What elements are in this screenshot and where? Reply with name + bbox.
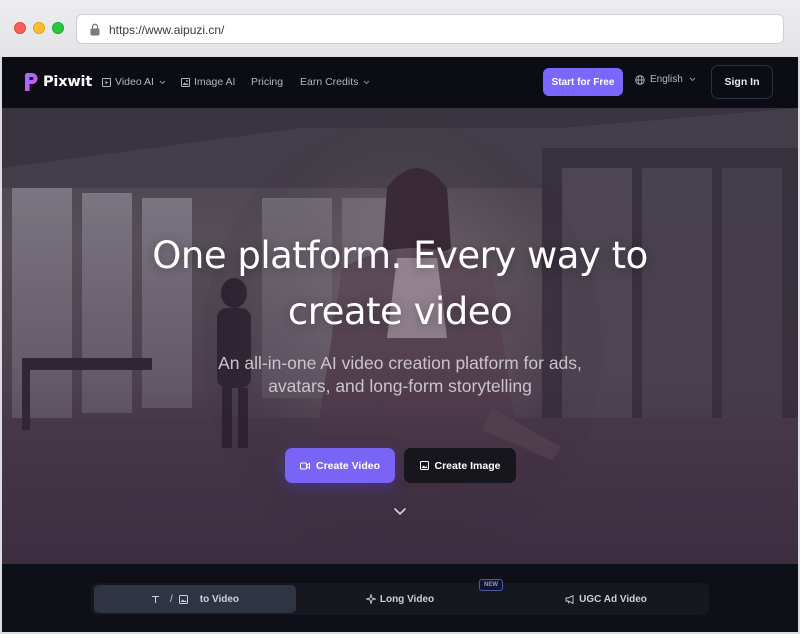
hero-subhead-line1: An all-in-one AI video creation platform…: [218, 353, 582, 373]
feature-tabs: / to Video Long Video NEW UGC Ad Video: [91, 579, 709, 615]
nav-earn-credits[interactable]: Earn Credits: [300, 74, 370, 90]
chevron-down-icon: [689, 77, 696, 82]
hero-headline-line2: create video: [287, 290, 513, 333]
globe-icon: [635, 74, 645, 85]
create-image-button[interactable]: Create Image: [404, 448, 516, 483]
megaphone-icon: [565, 594, 574, 604]
maximize-window-button[interactable]: [52, 22, 64, 34]
hero-headline: One platform. Every way to create video: [2, 228, 798, 340]
tab-label: UGC Ad Video: [579, 593, 647, 605]
start-for-free-button[interactable]: Start for Free: [543, 68, 623, 96]
image-icon: [419, 461, 429, 470]
tab-separator: /: [169, 593, 173, 605]
close-window-button[interactable]: [14, 22, 26, 34]
top-nav: Pixwit Video AI Image AI Pricing Earn Cr…: [2, 57, 798, 108]
hero-subhead-line2: avatars, and long-form storytelling: [268, 376, 532, 396]
nav-pricing[interactable]: Pricing: [251, 74, 283, 90]
nav-earn-credits-label: Earn Credits: [300, 76, 359, 88]
lock-icon: [90, 23, 100, 36]
nav-image-ai[interactable]: Image AI: [181, 74, 235, 90]
create-video-label: Create Video: [316, 459, 380, 472]
nav-video-ai[interactable]: Video AI: [102, 74, 166, 90]
hero-section: One platform. Every way to create video …: [2, 108, 798, 564]
nav-video-ai-label: Video AI: [115, 76, 154, 88]
sparkle-icon: [365, 594, 376, 604]
minimize-window-button[interactable]: [33, 22, 45, 34]
image-icon: [181, 77, 190, 87]
page-viewport: Pixwit Video AI Image AI Pricing Earn Cr…: [2, 57, 798, 632]
nav-pricing-label: Pricing: [251, 76, 284, 88]
text-icon: [151, 595, 159, 603]
tab-label: to Video: [199, 593, 240, 605]
language-label: English: [650, 74, 683, 85]
logo[interactable]: Pixwit: [22, 72, 92, 92]
logo-text: Pixwit: [43, 74, 93, 90]
create-image-label: Create Image: [434, 459, 501, 472]
tab-text-image-to-video[interactable]: / to Video: [94, 585, 296, 613]
hero-subhead: An all-in-one AI video creation platform…: [152, 352, 648, 398]
chevron-down-icon: [159, 80, 166, 84]
tab-label: Long Video: [379, 593, 435, 605]
tab-long-video[interactable]: Long Video: [297, 583, 503, 615]
feature-tabs-area: / to Video Long Video NEW UGC Ad Video: [2, 564, 798, 632]
new-badge: NEW: [479, 579, 503, 591]
language-selector[interactable]: English: [635, 74, 696, 85]
hero-headline-line1: One platform. Every way to: [152, 234, 648, 277]
image-icon: [178, 594, 188, 604]
video-frame-icon: [102, 77, 111, 87]
chevron-down-icon: [364, 80, 370, 84]
create-video-button[interactable]: Create Video: [285, 448, 395, 483]
pixwit-logo-icon: [25, 73, 38, 91]
nav-image-ai-label: Image AI: [194, 76, 236, 88]
browser-chrome: https://www.aipuzi.cn/: [0, 0, 800, 56]
video-camera-icon: [300, 462, 310, 469]
url-text: https://www.aipuzi.cn/: [109, 23, 225, 37]
scroll-down-chevron-icon[interactable]: [393, 507, 407, 516]
sign-in-button[interactable]: Sign In: [711, 65, 773, 99]
address-bar[interactable]: https://www.aipuzi.cn/: [76, 14, 784, 44]
tab-ugc-ad-video[interactable]: UGC Ad Video: [503, 583, 709, 615]
